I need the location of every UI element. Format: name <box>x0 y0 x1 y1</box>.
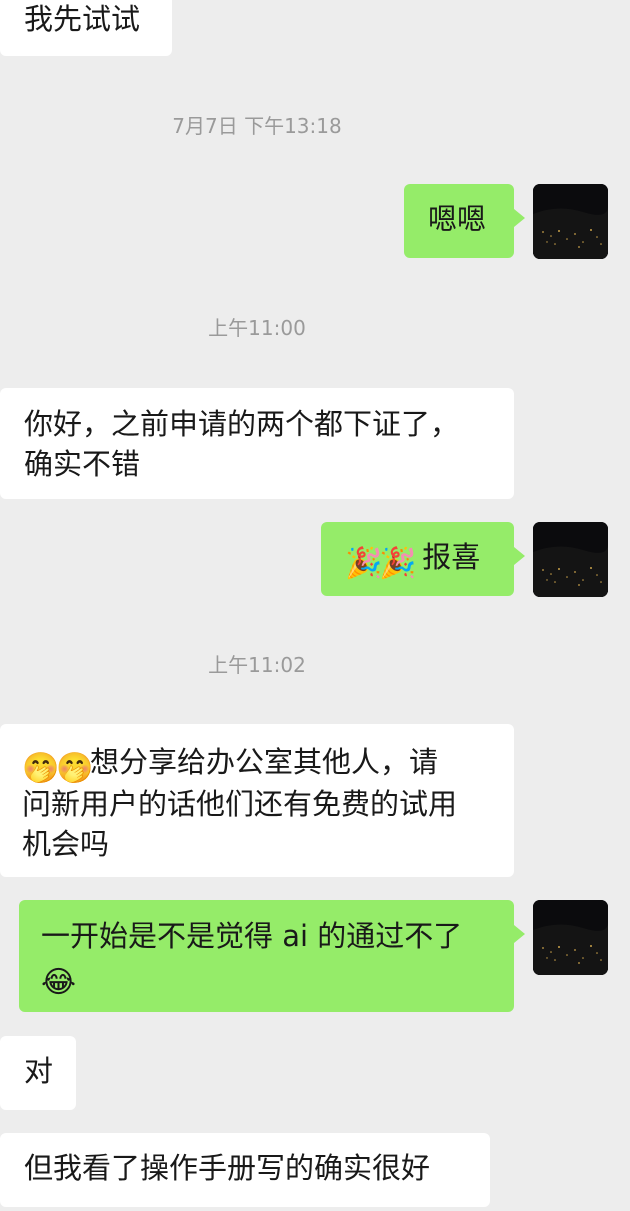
message-text-line: 确实不错 <box>24 447 141 481</box>
message-text-line: 机会吗 <box>22 827 110 861</box>
message-text: 报喜 <box>422 540 481 574</box>
timestamp: 上午11:02 <box>208 653 306 677</box>
incoming-message-bubble[interactable]: 对 <box>0 1036 76 1110</box>
timestamp: 7月7日 下午13:18 <box>172 114 342 138</box>
outgoing-message-bubble[interactable]: 一开始是不是觉得 ai 的通过不了 😂 <box>19 900 525 1012</box>
incoming-message-bubble[interactable]: 我先试试 <box>0 0 172 56</box>
party-popper-icon: 🎉 <box>379 546 417 581</box>
user-avatar[interactable] <box>533 900 608 975</box>
user-avatar[interactable] <box>533 522 608 597</box>
timestamp: 上午11:00 <box>208 316 306 340</box>
message-text-line: 一开始是不是觉得 ai 的通过不了 <box>41 919 463 953</box>
message-text: 但我看了操作手册写的确实很好 <box>24 1151 431 1185</box>
tears-of-joy-icon: 😂 <box>41 965 77 1000</box>
message-text: 嗯嗯 <box>428 202 487 236</box>
message-text-line: 问新用户的话他们还有免费的试用 <box>22 787 458 821</box>
night-city-avatar-icon <box>533 522 608 597</box>
incoming-message-bubble[interactable]: 但我看了操作手册写的确实很好 <box>0 1133 490 1207</box>
incoming-message-bubble[interactable]: 你好，之前申请的两个都下证了， 确实不错 <box>0 388 514 499</box>
message-text: 对 <box>24 1054 54 1088</box>
outgoing-message-bubble[interactable]: 嗯嗯 <box>404 184 525 258</box>
night-city-avatar-icon <box>533 184 608 259</box>
party-popper-icon: 🎉 <box>345 546 383 581</box>
shy-face-icon: 🤭 <box>56 751 94 786</box>
incoming-message-bubble[interactable]: 🤭🤭想分享给办公室其他人，请 问新用户的话他们还有免费的试用 机会吗 <box>0 724 514 877</box>
shy-face-icon: 🤭 <box>22 751 60 786</box>
night-city-avatar-icon <box>533 900 608 975</box>
message-text-line: 😂 <box>41 956 492 998</box>
message-text: 我先试试 <box>24 2 141 36</box>
message-text-line: 你好，之前申请的两个都下证了， <box>24 407 460 441</box>
message-text-line: 🤭🤭想分享给办公室其他人，请 <box>22 745 439 786</box>
user-avatar[interactable] <box>533 184 608 259</box>
outgoing-message-bubble[interactable]: 🎉🎉 报喜 <box>321 522 525 596</box>
